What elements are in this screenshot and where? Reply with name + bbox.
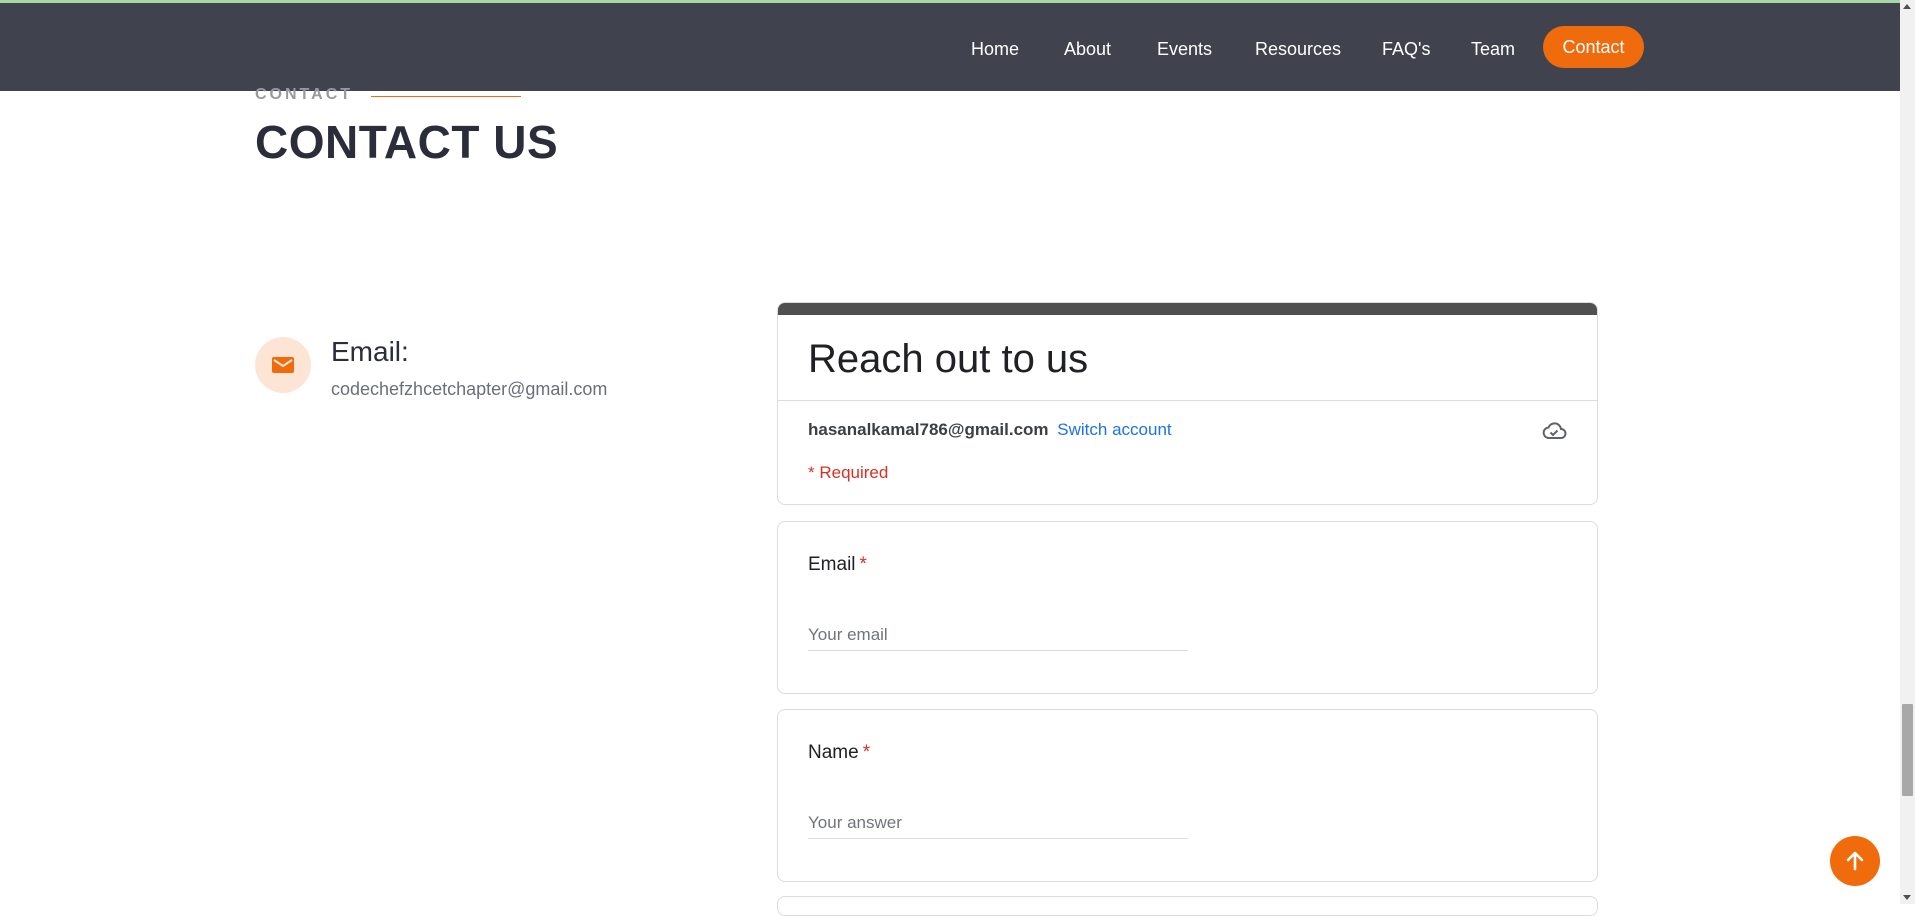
contact-email-label: Email: — [331, 336, 409, 367]
question-card-next — [777, 896, 1598, 916]
main-nav: Home About Events Resources FAQ's Team C… — [0, 3, 1900, 91]
switch-account-link[interactable]: Switch account — [1057, 420, 1171, 439]
scroll-down-arrow-icon[interactable] — [1903, 895, 1911, 900]
email-field[interactable] — [808, 620, 1188, 651]
form-header-divider — [778, 400, 1597, 401]
arrow-up-icon — [1846, 851, 1864, 871]
nav-faqs[interactable]: FAQ's — [1382, 33, 1430, 65]
required-mark: * — [859, 554, 867, 575]
site-header: Home About Events Resources FAQ's Team C… — [0, 3, 1900, 91]
section-subtitle-divider — [371, 96, 521, 97]
mail-icon-circle — [255, 337, 311, 393]
section-subtitle: CONTACT — [255, 86, 354, 103]
question-label-text: Email — [808, 554, 856, 575]
question-card-name: Name * — [777, 709, 1598, 882]
question-card-email: Email * — [777, 521, 1598, 694]
nav-resources[interactable]: Resources — [1255, 33, 1341, 65]
page-title: CONTACT US — [255, 116, 559, 168]
required-mark: * — [862, 742, 871, 763]
question-label: Name * — [808, 742, 870, 764]
question-label: Email * — [808, 554, 867, 576]
account-line: hasanalkamal786@gmail.com Switch account — [808, 420, 1172, 440]
nav-contact-button[interactable]: Contact — [1543, 26, 1644, 68]
contact-email-value: codechefzhcetchapter@gmail.com — [331, 379, 608, 399]
nav-events[interactable]: Events — [1157, 33, 1212, 65]
scroll-thumb[interactable] — [1902, 704, 1913, 796]
required-note: * Required — [808, 463, 889, 482]
form-header-bar — [778, 303, 1597, 315]
name-field[interactable] — [808, 808, 1188, 839]
question-label-text: Name — [808, 742, 859, 763]
cloud-check-icon[interactable] — [1541, 421, 1567, 441]
nav-about[interactable]: About — [1064, 33, 1111, 65]
nav-team[interactable]: Team — [1471, 33, 1515, 65]
form-title: Reach out to us — [808, 337, 1089, 381]
form-header-card: Reach out to us hasanalkamal786@gmail.co… — [777, 302, 1598, 505]
back-to-top-button[interactable] — [1830, 836, 1880, 886]
scroll-up-arrow-icon[interactable] — [1903, 4, 1911, 9]
mail-icon — [272, 357, 294, 373]
page-scrollbar[interactable] — [1900, 0, 1915, 904]
nav-home[interactable]: Home — [971, 33, 1019, 65]
account-email: hasanalkamal786@gmail.com — [808, 420, 1049, 439]
